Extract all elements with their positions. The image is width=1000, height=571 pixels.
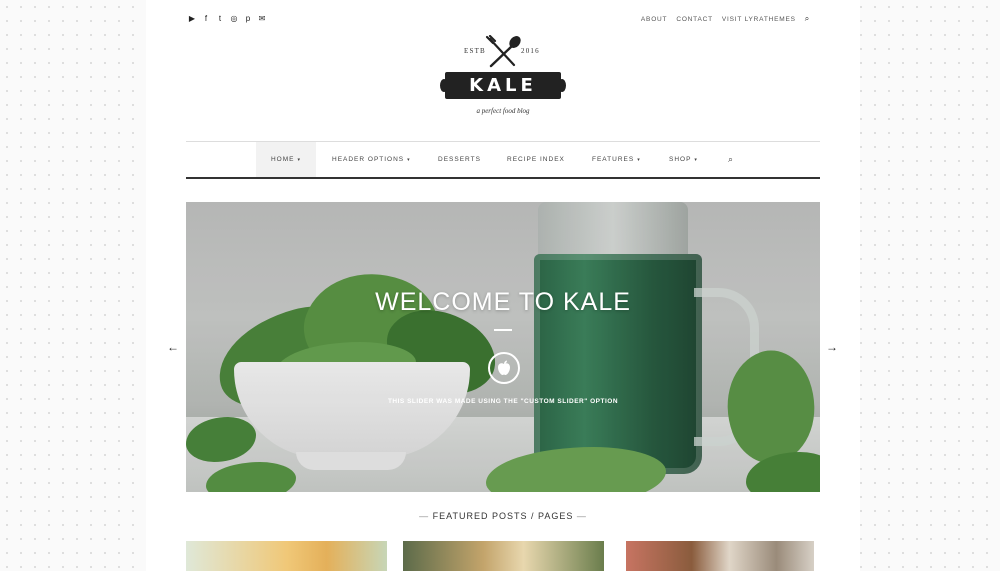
- top-link-contact[interactable]: CONTACT: [676, 16, 713, 23]
- nav-item-desserts[interactable]: DESSERTS: [438, 142, 481, 177]
- chevron-down-icon: ▾: [407, 157, 411, 163]
- featured-post-thumbnail[interactable]: [626, 541, 814, 571]
- twitter-icon[interactable]: t: [216, 14, 224, 24]
- slider-title-divider: [494, 329, 512, 331]
- fork-spoon-icon: [485, 35, 521, 68]
- slider-title: WELCOME TO KALE: [375, 288, 631, 316]
- main-nav: HOME ▾ HEADER OPTIONS ▾ DESSERTS RECIPE IN…: [186, 141, 820, 179]
- nav-item-recipe-index[interactable]: RECIPE INDEX: [507, 142, 565, 177]
- nav-item-label: RECIPE INDEX: [507, 156, 565, 163]
- logo-tagline: a perfect food blog: [476, 107, 530, 115]
- nav-item-label: DESSERTS: [438, 156, 481, 163]
- slider-subtitle: THIS SLIDER WAS MADE USING THE "CUSTOM S…: [387, 398, 619, 405]
- featured-post-thumbnail[interactable]: [403, 541, 604, 571]
- email-icon[interactable]: ✉: [258, 14, 266, 24]
- chevron-down-icon: ▾: [297, 157, 301, 163]
- chevron-down-icon: ▾: [637, 157, 641, 163]
- logo-name: KALE: [440, 72, 566, 99]
- slider-overlay: [186, 202, 820, 492]
- featured-dash-left: —: [419, 511, 430, 521]
- nav-search-icon[interactable]: ⌕: [728, 142, 734, 177]
- nav-item-home[interactable]: HOME ▾: [256, 142, 316, 177]
- nav-item-header-options[interactable]: HEADER OPTIONS ▾: [332, 142, 411, 177]
- featured-heading: — FEATURED POSTS / PAGES —: [186, 511, 820, 521]
- nav-item-label: HEADER OPTIONS: [332, 156, 405, 163]
- chevron-down-icon: ▾: [694, 157, 698, 163]
- nav-item-label: FEATURES: [592, 156, 635, 163]
- logo-year: 2016: [521, 47, 540, 55]
- search-icon[interactable]: ⌕: [805, 14, 810, 24]
- youtube-icon[interactable]: ▶: [188, 14, 196, 24]
- nav-item-features[interactable]: FEATURES ▾: [592, 142, 641, 177]
- hero-slider[interactable]: WELCOME TO KALE THIS SLIDER WAS MADE USI…: [186, 202, 820, 492]
- page-container: ▶ f t ◎ p ✉ ABOUT CONTACT VISIT LYRATHEM…: [146, 0, 860, 571]
- site-logo[interactable]: ESTB 2016 KALE a perfect food blog: [440, 33, 566, 119]
- featured-dash-right: —: [576, 511, 587, 521]
- top-link-visit-lyrathemes[interactable]: VISIT LYRATHEMES: [722, 16, 796, 23]
- instagram-icon[interactable]: ◎: [230, 14, 238, 24]
- pinterest-icon[interactable]: p: [244, 14, 252, 24]
- nav-item-shop[interactable]: SHOP ▾: [669, 142, 698, 177]
- nav-item-label: HOME: [270, 156, 295, 163]
- social-icons: ▶ f t ◎ p ✉: [188, 14, 266, 24]
- apple-icon: [498, 360, 510, 375]
- slider-prev-arrow-icon[interactable]: ←: [167, 340, 179, 354]
- slider-next-arrow-icon[interactable]: →: [826, 340, 838, 354]
- nav-item-label: SHOP: [669, 156, 692, 163]
- facebook-icon[interactable]: f: [202, 14, 210, 24]
- featured-post-thumbnail[interactable]: [186, 541, 387, 571]
- top-links: ABOUT CONTACT VISIT LYRATHEMES ⌕: [641, 14, 810, 24]
- featured-title: FEATURED POSTS / PAGES: [432, 511, 574, 521]
- slider-apple-icon[interactable]: [488, 352, 520, 384]
- top-link-about[interactable]: ABOUT: [641, 16, 667, 23]
